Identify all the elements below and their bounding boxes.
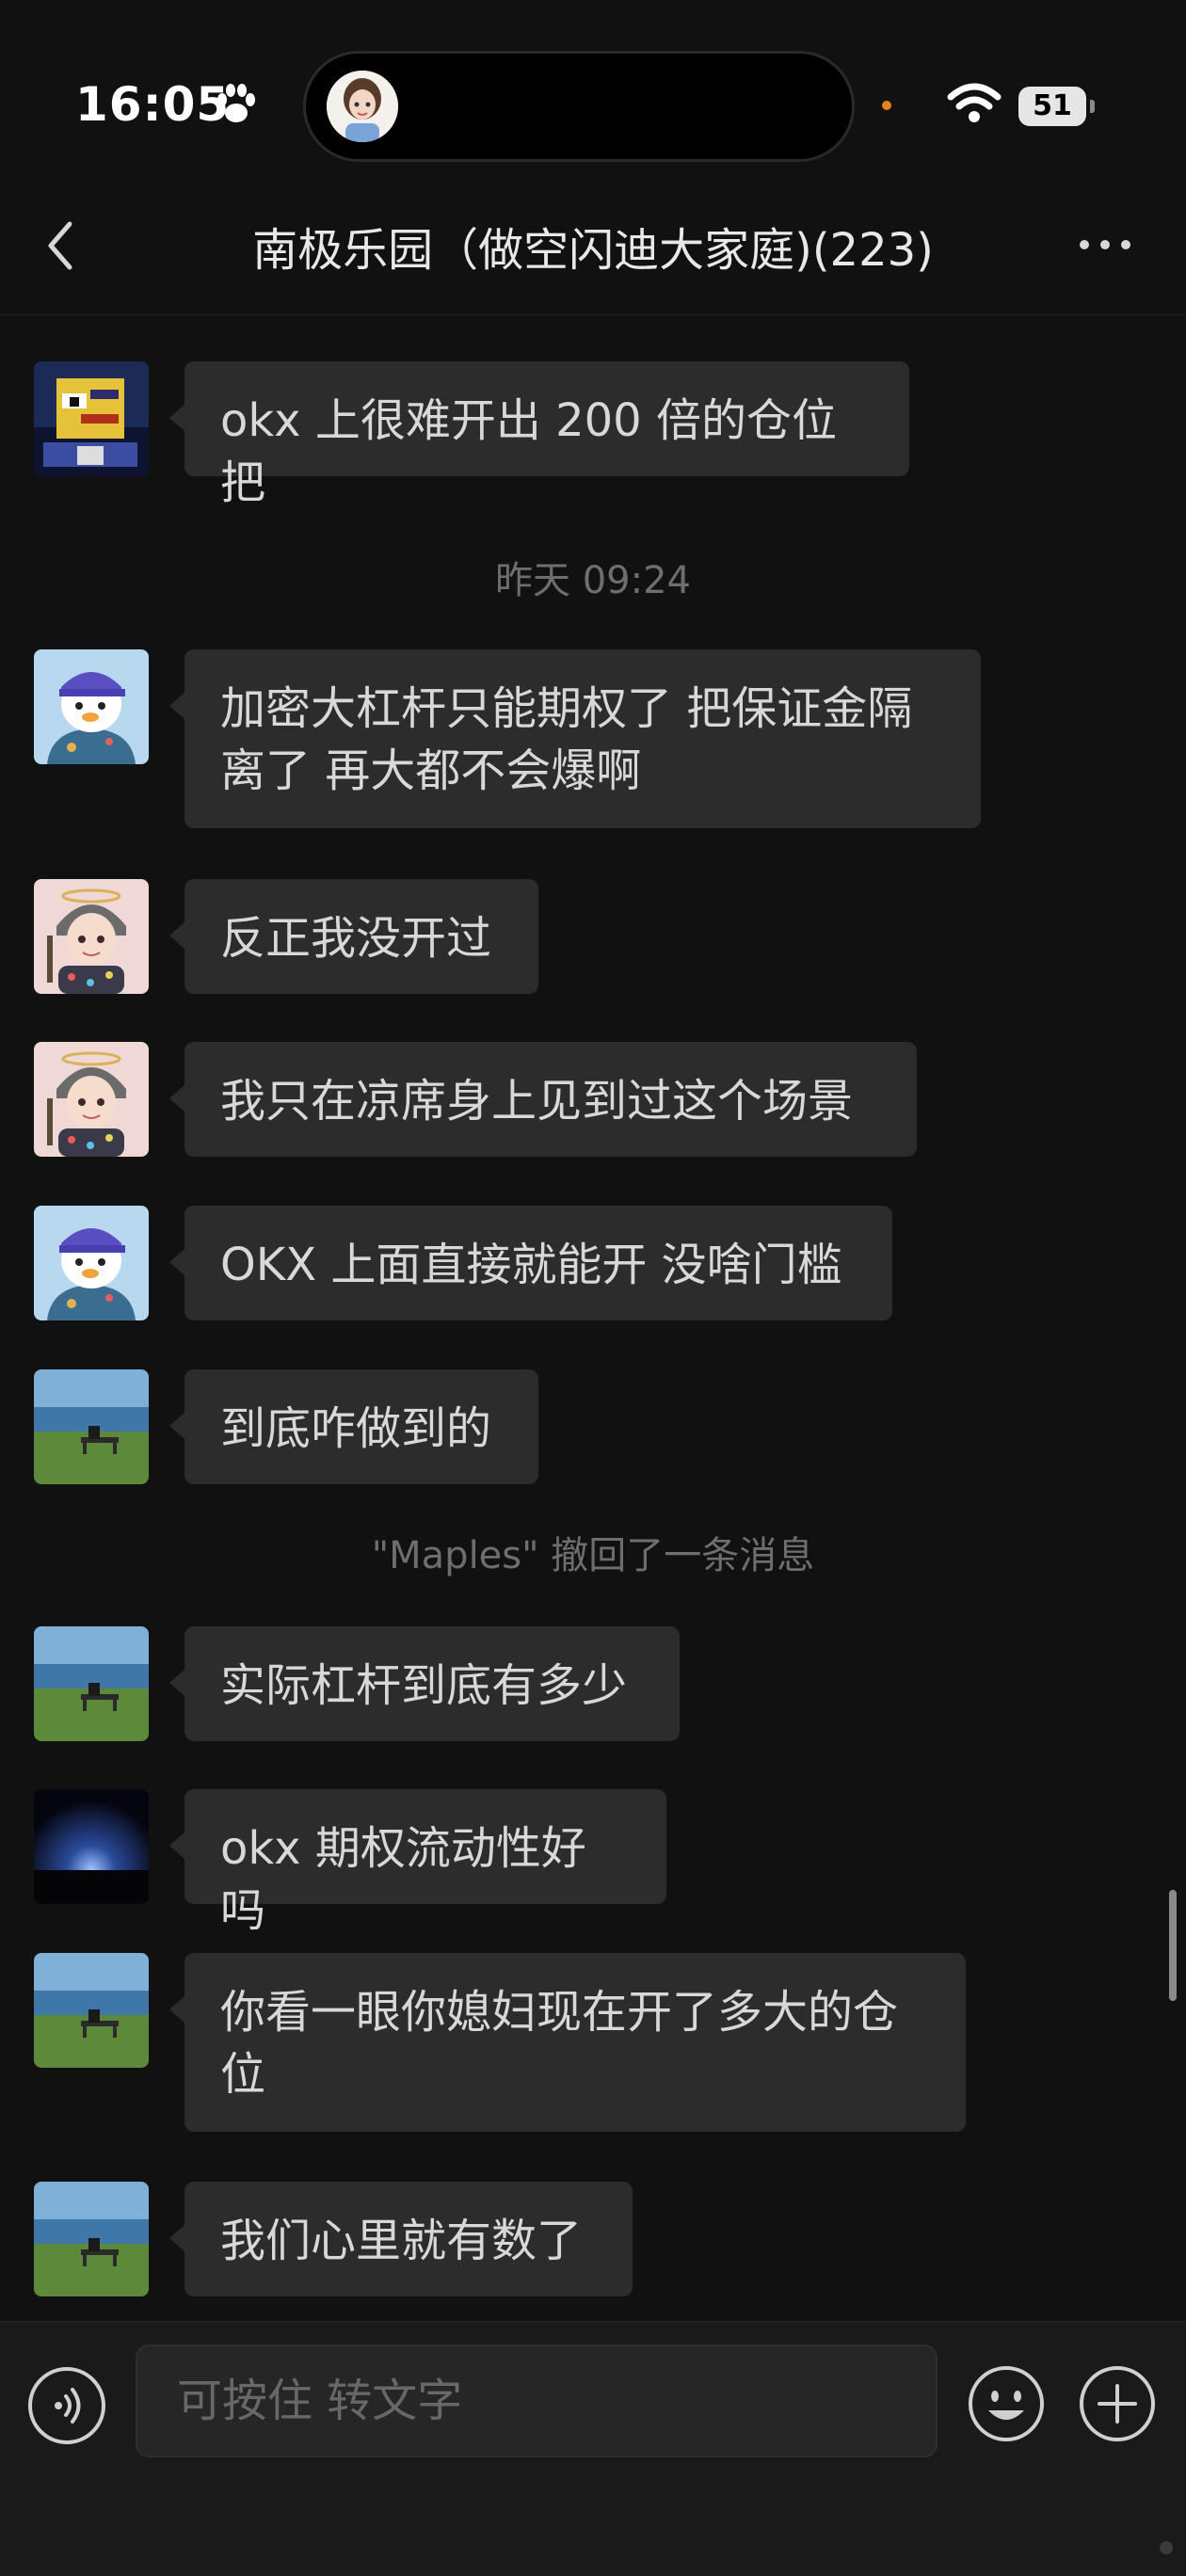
camera-indicator — [875, 94, 898, 117]
message-bubble[interactable]: 实际杠杆到底有多少 — [169, 1626, 680, 1741]
plus-icon — [1080, 2366, 1155, 2441]
wifi-icon — [947, 83, 1002, 122]
dynamic-island[interactable] — [303, 51, 855, 162]
more-actions-button[interactable] — [1077, 2363, 1158, 2444]
dark-sky-avatar[interactable] — [34, 1789, 149, 1904]
back-button[interactable] — [38, 213, 85, 279]
message-bubble[interactable]: 我们心里就有数了 — [169, 2182, 633, 2296]
emoji-button[interactable] — [966, 2363, 1047, 2444]
seaside-bench-avatar[interactable] — [34, 1953, 149, 2068]
message-bubble[interactable]: okx 期权流动性好吗 — [169, 1789, 666, 1937]
chat-header: 南极乐园（做空闪迪大家庭)(223) — [0, 188, 1186, 315]
battery-indicator: 51 — [1018, 87, 1095, 126]
smiley-icon — [969, 2366, 1044, 2441]
more-options-button[interactable] — [1073, 216, 1148, 273]
penguin-avatar[interactable] — [34, 1206, 149, 1320]
seaside-bench-avatar[interactable] — [34, 1369, 149, 1484]
scrollbar-thumb[interactable] — [1169, 1890, 1177, 2001]
chevron-left-icon — [48, 221, 72, 270]
paw-icon — [217, 84, 255, 122]
timestamp-divider: 昨天 09:24 — [495, 559, 691, 602]
penguin-avatar[interactable] — [34, 649, 149, 764]
message-bubble[interactable]: 到底咋做到的 — [169, 1369, 538, 1484]
group-title: 南极乐园（做空闪迪大家庭)(223) — [252, 224, 934, 277]
message-bubble[interactable]: 反正我没开过 — [169, 879, 538, 994]
status-bar: 16:05 51 — [0, 0, 1186, 188]
voice-icon — [55, 2388, 81, 2424]
message-input[interactable]: 可按住 转文字 — [136, 2344, 938, 2457]
anime-girl-avatar[interactable] — [34, 1042, 149, 1157]
island-avatar — [327, 71, 398, 142]
voice-input-button[interactable] — [28, 2367, 105, 2444]
pixel-art-avatar[interactable] — [34, 361, 149, 476]
recall-notice: "Maples" 撤回了一条消息 — [371, 1534, 815, 1577]
anime-girl-avatar[interactable] — [34, 879, 149, 994]
seaside-bench-avatar[interactable] — [34, 2182, 149, 2296]
message-bubble[interactable]: 你看一眼你媳妇现在开了多大的仓位 — [169, 1953, 966, 2132]
message-bubble[interactable]: OKX 上面直接就能开 没啥门槛 — [169, 1206, 892, 1320]
status-time: 16:05 — [75, 77, 231, 132]
seaside-bench-avatar[interactable] — [34, 1626, 149, 1741]
message-bubble[interactable]: okx 上很难开出 200 倍的仓位把 — [169, 361, 909, 509]
more-horizontal-icon — [1080, 240, 1130, 249]
home-indicator — [1160, 2541, 1173, 2554]
input-bar: 可按住 转文字 — [0, 2321, 1186, 2576]
message-bubble[interactable]: 加密大杠杆只能期权了 把保证金隔离了 再大都不会爆啊 — [169, 649, 981, 828]
message-bubble[interactable]: 我只在凉席身上见到过这个场景 — [169, 1042, 917, 1157]
